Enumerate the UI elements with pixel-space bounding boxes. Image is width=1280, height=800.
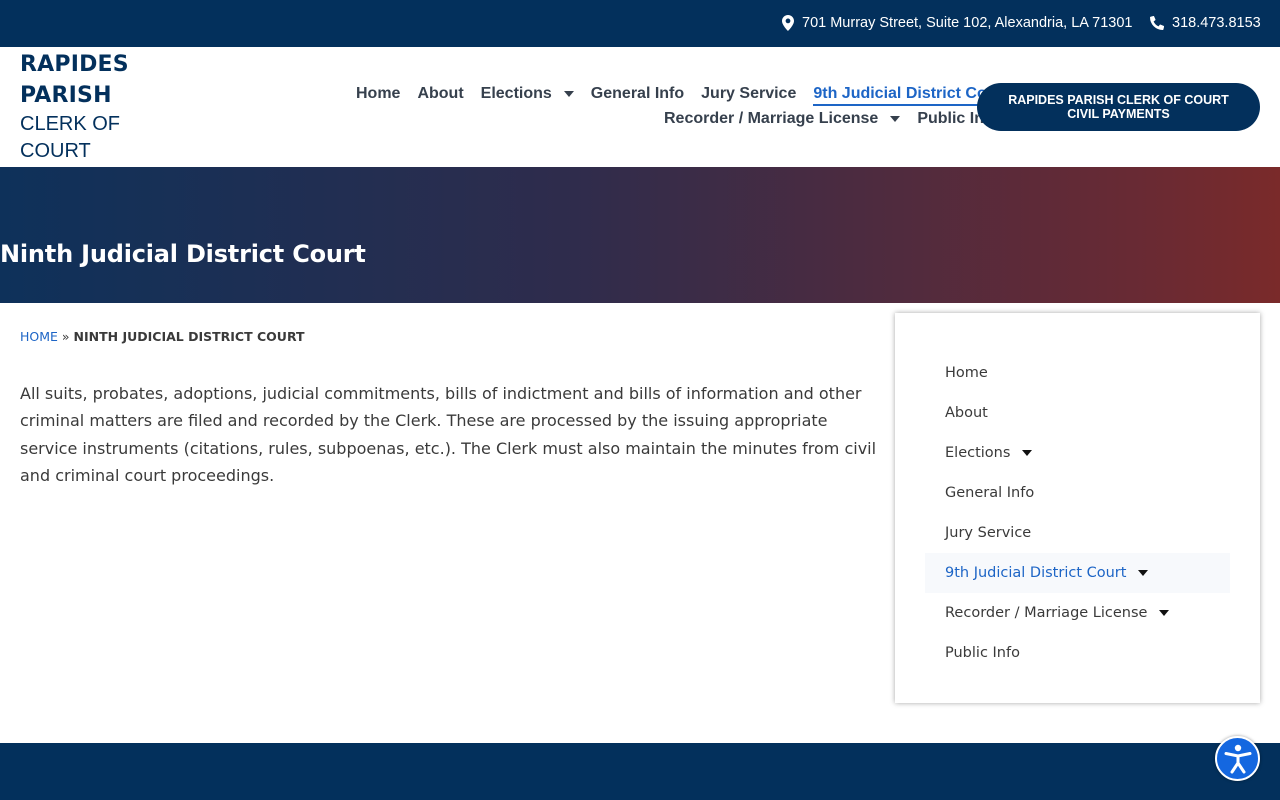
logo-line-3: CLERK OF xyxy=(20,113,121,135)
page-content-paragraph: All suits, probates, adoptions, judicial… xyxy=(20,384,877,485)
nav-general-info-label: General Info xyxy=(590,85,685,102)
sidebar-item-label: Jury Service xyxy=(945,525,1032,541)
nav-jury-service-label: Jury Service xyxy=(701,85,797,102)
accessibility-icon xyxy=(1224,744,1251,773)
logo-line-2: PARISH xyxy=(20,83,112,108)
sidebar-item-elections[interactable]: Elections xyxy=(925,433,1230,473)
chevron-down-icon[interactable] xyxy=(563,91,574,97)
nav-home[interactable]: Home xyxy=(356,83,400,105)
site-footer xyxy=(0,743,1280,800)
sidebar-item-jury-service[interactable]: Jury Service xyxy=(925,513,1230,553)
nav-about-label: About xyxy=(417,85,464,102)
site-logo[interactable]: RAPIDES PARISH CLERK OF COURT xyxy=(20,49,170,165)
sidebar-item-home[interactable]: Home xyxy=(925,353,1230,393)
map-pin-icon xyxy=(782,15,794,31)
nav-general-info[interactable]: General Info xyxy=(591,83,684,105)
sidebar-nav: Home About Elections General Info Jury S… xyxy=(895,313,1260,703)
sidebar-item-about[interactable]: About xyxy=(925,393,1230,433)
breadcrumb-separator: » xyxy=(61,329,70,344)
sidebar-item-label: Elections xyxy=(945,445,1011,461)
sidebar-item-label: Public Info xyxy=(945,645,1020,661)
sidebar-item-label: 9th Judicial District Court xyxy=(945,565,1127,581)
nav-home-label: Home xyxy=(356,85,401,102)
chevron-down-icon[interactable] xyxy=(890,116,901,122)
top-bar: 701 Murray Street, Suite 102, Alexandria… xyxy=(0,0,1280,47)
nav-recorder[interactable]: Recorder / Marriage License xyxy=(664,108,901,130)
sidebar-item-label: General Info xyxy=(945,485,1035,501)
accessibility-button[interactable] xyxy=(1215,736,1260,781)
chevron-down-icon[interactable] xyxy=(1022,450,1033,456)
phone-link[interactable]: 318.473.8153 xyxy=(1150,15,1261,31)
sidebar-item-label: Home xyxy=(945,365,988,381)
sidebar-item-public-info[interactable]: Public Info xyxy=(925,633,1230,673)
sidebar-item-district-court[interactable]: 9th Judicial District Court xyxy=(925,553,1230,593)
sidebar-item-general-info[interactable]: General Info xyxy=(925,473,1230,513)
logo-line-4: COURT xyxy=(20,140,91,162)
breadcrumb-current: NINTH JUDICIAL DISTRICT COURT xyxy=(73,329,305,344)
site-header: RAPIDES PARISH CLERK OF COURT Home About… xyxy=(0,47,1280,167)
address-link[interactable]: 701 Murray Street, Suite 102, Alexandria… xyxy=(782,15,1133,31)
breadcrumb: HOME » NINTH JUDICIAL DISTRICT COURT xyxy=(20,329,305,344)
nav-elections[interactable]: Elections xyxy=(481,83,574,105)
sidebar-item-label: About xyxy=(945,405,988,421)
address-text: 701 Murray Street, Suite 102, Alexandria… xyxy=(802,15,1133,31)
breadcrumb-home-link[interactable]: HOME xyxy=(20,329,58,344)
chevron-down-icon[interactable] xyxy=(1138,570,1149,576)
sidebar-item-recorder[interactable]: Recorder / Marriage License xyxy=(925,593,1230,633)
nav-about[interactable]: About xyxy=(417,83,463,105)
logo-line-1: RAPIDES xyxy=(20,52,129,77)
civil-payments-button[interactable]: RAPIDES PARISH CLERK OF COURT CIVIL PAYM… xyxy=(977,83,1260,131)
main-nav-row-1: Home About Elections General Info Jury S… xyxy=(356,82,1047,106)
phone-text: 318.473.8153 xyxy=(1172,15,1261,31)
page-hero: Ninth Judicial District Court xyxy=(0,167,1280,303)
page-title: Ninth Judicial District Court xyxy=(0,240,366,268)
nav-recorder-label: Recorder / Marriage License xyxy=(664,110,879,127)
phone-icon xyxy=(1150,16,1164,30)
main-nav-row-2: Recorder / Marriage License Public Info xyxy=(664,108,1016,130)
nav-elections-label: Elections xyxy=(480,85,552,102)
nav-jury-service[interactable]: Jury Service xyxy=(701,83,796,105)
chevron-down-icon[interactable] xyxy=(1159,610,1170,616)
sidebar-item-label: Recorder / Marriage License xyxy=(945,605,1148,621)
